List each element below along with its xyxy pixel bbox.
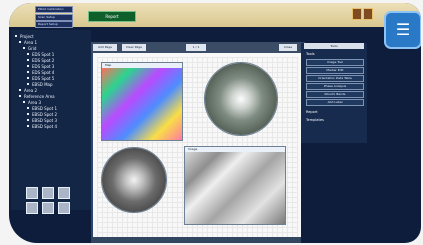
- tree-item-project[interactable]: Project: [15, 34, 34, 39]
- sem-image: [185, 152, 285, 224]
- orientation-map-image: [102, 68, 182, 140]
- workspace-toolbar: Add Page Clear Page 1 / 1 Close: [91, 42, 301, 53]
- tree-item-area-1[interactable]: Area 1: [19, 40, 37, 45]
- thumbnail-3[interactable]: [58, 187, 70, 199]
- top-toolbar: EDAX Calibration Scan Setup Report Setup…: [9, 3, 421, 28]
- thumbnail-grid: [26, 187, 72, 215]
- thumbnail-6[interactable]: [58, 202, 70, 214]
- resize-handle[interactable]: [415, 232, 421, 242]
- kikuchi-pattern-image-2: [102, 148, 166, 212]
- marker-edit-item[interactable]: Marker Edit: [306, 67, 364, 74]
- thumbnail-2[interactable]: [42, 187, 54, 199]
- tree-item-ebsd-spot-3[interactable]: EBSD Spot 3: [27, 118, 57, 123]
- thumbnail-5[interactable]: [42, 202, 54, 214]
- add-page-button[interactable]: Add Page: [93, 44, 117, 51]
- thumbnail-4[interactable]: [26, 202, 38, 214]
- report-button[interactable]: Report: [88, 11, 136, 22]
- tree-item-eds-spot-4[interactable]: EDS Spot 4: [27, 70, 54, 75]
- tools-section-title: Tools: [306, 52, 315, 56]
- application-window: EDAX Calibration Scan Setup Report Setup…: [9, 3, 421, 243]
- tree-item-eds-spot-2[interactable]: EDS Spot 2: [27, 58, 54, 63]
- image-tool-item[interactable]: Image Tool: [306, 59, 364, 66]
- tree-item-eds-spot-1[interactable]: EDS Spot 1: [27, 52, 54, 57]
- tree-item-area-2[interactable]: Area 2: [19, 88, 37, 93]
- phase-analysis-item[interactable]: Phase Analysis: [306, 83, 364, 90]
- tree-item-ebsd-map[interactable]: EBSD Map: [27, 82, 53, 87]
- scan-setup-field[interactable]: Scan Setup: [35, 14, 73, 21]
- report-workspace: Map Image: [91, 42, 305, 243]
- calibration-field[interactable]: EDAX Calibration: [35, 6, 73, 13]
- tree-item-eds-spot-3[interactable]: EDS Spot 3: [27, 64, 54, 69]
- project-tree-panel: Project Area 1 Grid EDS Spot 1 EDS Spot …: [11, 30, 91, 214]
- templates-section-title: Templates: [306, 118, 324, 122]
- tree-item-ebsd-spot-4[interactable]: EBSD Spot 4: [27, 124, 57, 129]
- kikuchi-pattern-panel-2[interactable]: [101, 147, 167, 213]
- page-number: 1 / 1: [186, 44, 206, 51]
- add-label-item[interactable]: Add Label: [306, 99, 364, 106]
- empty-right-area: [301, 143, 367, 243]
- orientation-map-panel[interactable]: Map: [101, 62, 183, 141]
- toolbar-icon-2[interactable]: [363, 8, 373, 20]
- kikuchi-bands-item[interactable]: Kikuchi Bands: [306, 91, 364, 98]
- tree-item-ebsd-spot-1[interactable]: EBSD Spot 1: [27, 106, 57, 111]
- app-frame: EDAX Calibration Scan Setup Report Setup…: [0, 0, 423, 245]
- tools-header: Tools: [304, 43, 364, 49]
- tree-item-area-3[interactable]: Area 3: [23, 100, 41, 105]
- sem-image-panel[interactable]: Image: [184, 146, 286, 225]
- workspace-bottom-bar: [91, 237, 301, 243]
- kikuchi-pattern-panel-1[interactable]: [204, 62, 278, 136]
- clear-page-button[interactable]: Clear Page: [122, 44, 146, 51]
- tree-item-reference-area[interactable]: Reference Area: [19, 94, 55, 99]
- report-app-icon[interactable]: ☰: [384, 11, 421, 49]
- tree-item-ebsd-spot-2[interactable]: EBSD Spot 2: [27, 112, 57, 117]
- thumbnail-1[interactable]: [26, 187, 38, 199]
- kikuchi-pattern-image-1: [205, 63, 277, 135]
- tools-panel: Tools Tools Image Tool Marker Edit Orien…: [301, 43, 367, 143]
- report-section-title: Report: [306, 110, 318, 114]
- orientation-table-item[interactable]: Orientation Data Table: [306, 75, 364, 82]
- tree-item-grid[interactable]: Grid: [23, 46, 36, 51]
- toolbar-icon-1[interactable]: [352, 8, 362, 20]
- report-setup-field[interactable]: Report Setup: [35, 21, 73, 28]
- close-button[interactable]: Close: [279, 44, 297, 51]
- tree-item-eds-spot-5[interactable]: EDS Spot 5: [27, 76, 54, 81]
